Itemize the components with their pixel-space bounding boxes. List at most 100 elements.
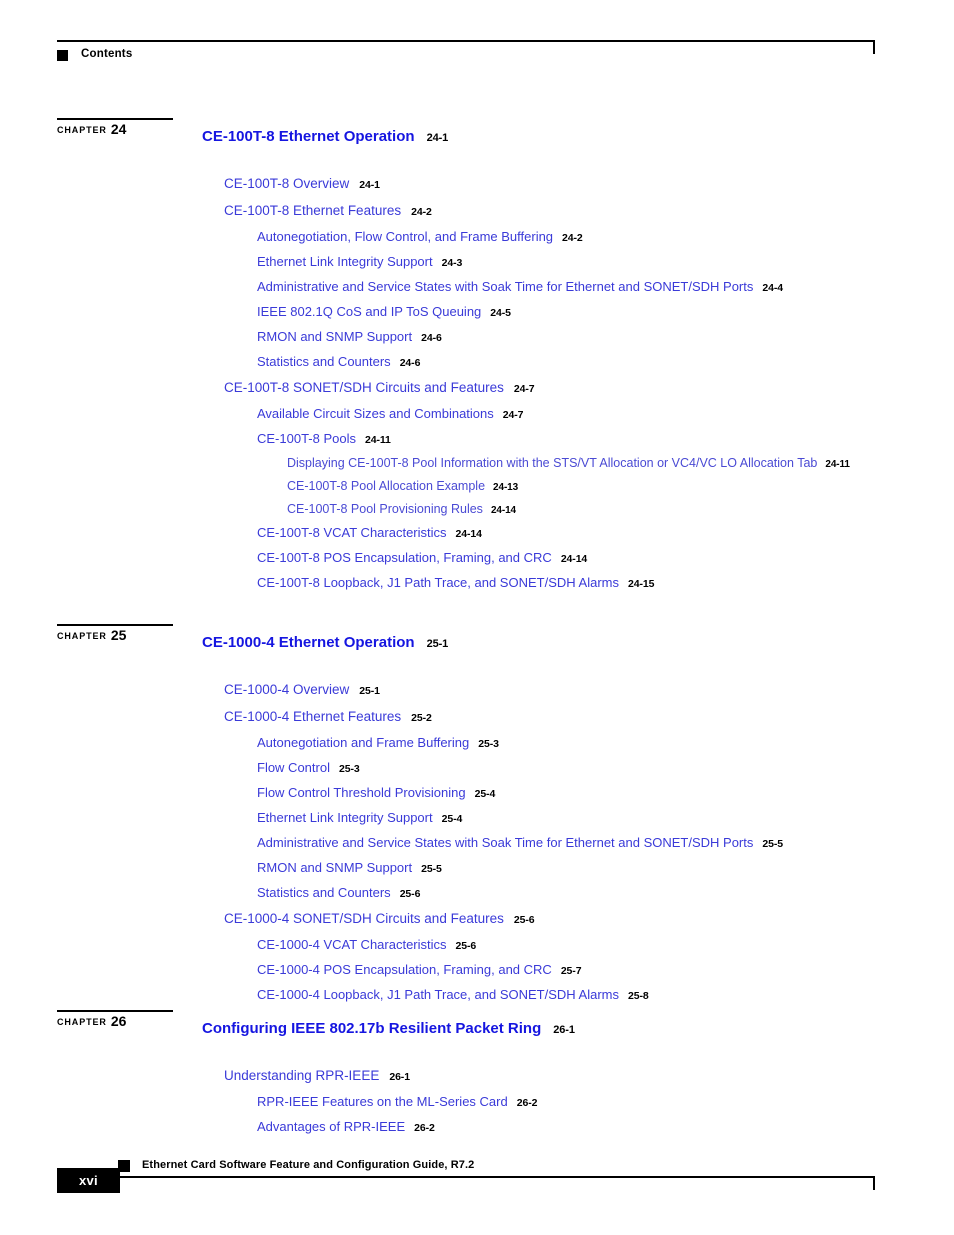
- header-rule-end-tick: [873, 40, 875, 54]
- chapter-block: CHAPTER 24 CE-100T-8 Ethernet Operation 24-…: [0, 118, 954, 599]
- toc-entry-level-2[interactable]: Statistics and Counters 25-6: [0, 884, 954, 903]
- toc-entry-level-2[interactable]: Autonegotiation, Flow Control, and Frame…: [0, 228, 954, 247]
- toc-entry-level-3[interactable]: Displaying CE-100T-8 Pool Information wi…: [0, 455, 954, 473]
- toc-entry-page: 24-11: [825, 459, 850, 470]
- toc-entry-level-1[interactable]: CE-100T-8 Ethernet Features 24-2: [0, 201, 954, 222]
- toc-entry-level-2[interactable]: Statistics and Counters 24-6: [0, 353, 954, 372]
- toc-entry-page: 24-14: [490, 505, 517, 516]
- toc-entry-level-2[interactable]: RPR-IEEE Features on the ML-Series Card 2…: [0, 1093, 954, 1112]
- toc-entry-level-1[interactable]: CE-1000-4 SONET/SDH Circuits and Feature…: [0, 909, 954, 930]
- toc-entry-level-2[interactable]: Administrative and Service States with S…: [0, 834, 954, 853]
- toc-entry-title: RMON and SNMP Support: [257, 860, 413, 875]
- toc-entry-page: 24-3: [441, 257, 463, 269]
- toc-entry-title: Configuring IEEE 802.17b Resilient Packe…: [202, 1020, 542, 1037]
- toc-entry-page: 25-6: [513, 914, 535, 926]
- chapter-block: CHAPTER 26 Configuring IEEE 802.17b Resili…: [0, 1010, 954, 1143]
- toc-entry-level-2[interactable]: Flow Control Threshold Provisioning 25-4: [0, 784, 954, 803]
- running-header-label: Contents: [81, 48, 133, 60]
- toc-entry-level-2[interactable]: CE-1000-4 VCAT Characteristics 25-6: [0, 936, 954, 955]
- toc-entry-title: CE-100T-8 POS Encapsulation, Framing, an…: [257, 550, 552, 565]
- toc-entry-title: Advantages of RPR-IEEE: [257, 1119, 406, 1134]
- toc-entry-level-1[interactable]: CE-1000-4 Overview 25-1: [0, 680, 954, 701]
- toc-entry-level-2[interactable]: Administrative and Service States with S…: [0, 278, 954, 297]
- toc-entry-level-1[interactable]: CE-100T-8 Overview 24-1: [0, 174, 954, 195]
- toc-entry-level-1[interactable]: CE-100T-8 SONET/SDH Circuits and Feature…: [0, 378, 954, 399]
- toc-entry-page: 26-2: [516, 1097, 538, 1109]
- toc-entry-page: 25-4: [441, 813, 463, 825]
- toc-entry-title: CE-1000-4 Ethernet Features: [224, 709, 402, 724]
- toc-entry-title: Ethernet Link Integrity Support: [257, 810, 433, 825]
- toc-entry-title: CE-100T-8 Pools: [257, 431, 356, 446]
- toc-entry-page: 24-5: [490, 307, 511, 319]
- toc-entry-page: 24-1: [426, 132, 449, 144]
- toc-entry-page: 25-7: [560, 965, 582, 977]
- toc-entry-page: 25-2: [411, 712, 432, 724]
- toc-entry-page: 24-14: [455, 528, 482, 540]
- toc-entry-page: 26-1: [389, 1071, 410, 1083]
- toc-entry-page: 24-15: [628, 578, 655, 590]
- toc-entry-level-2[interactable]: Autonegotiation and Frame Buffering 25-3: [0, 734, 954, 753]
- toc-entry-title: Administrative and Service States with S…: [257, 279, 754, 294]
- toc-entry-level-3[interactable]: CE-100T-8 Pool Provisioning Rules 24-14: [0, 501, 954, 519]
- toc-entry-level-2[interactable]: CE-100T-8 VCAT Characteristics 24-14: [0, 524, 954, 543]
- toc-entry-level-2[interactable]: Ethernet Link Integrity Support 25-4: [0, 809, 954, 828]
- chapter-marker-rule: [57, 624, 173, 626]
- toc-entry-page: 25-6: [455, 940, 477, 952]
- toc-entry-level-2[interactable]: CE-100T-8 Loopback, J1 Path Trace, and S…: [0, 574, 954, 593]
- toc-entry-level-2[interactable]: Available Circuit Sizes and Combinations…: [0, 405, 954, 424]
- toc-entry-title: CE-1000-4 Ethernet Operation: [202, 634, 415, 651]
- toc-entry-chapter[interactable]: Configuring IEEE 802.17b Resilient Packe…: [0, 1018, 954, 1041]
- toc-entry-chapter[interactable]: CE-100T-8 Ethernet Operation 24-1: [0, 126, 954, 149]
- toc-entry-page: 24-7: [513, 383, 535, 395]
- toc-entry-title: Ethernet Link Integrity Support: [257, 254, 433, 269]
- toc-entry-title: Statistics and Counters: [257, 885, 391, 900]
- toc-entry-level-1[interactable]: Understanding RPR-IEEE 26-1: [0, 1066, 954, 1087]
- toc-entry-level-2[interactable]: Flow Control 25-3: [0, 759, 954, 778]
- toc-entry-page: 24-2: [562, 232, 583, 244]
- toc-entry-level-2[interactable]: CE-100T-8 POS Encapsulation, Framing, an…: [0, 549, 954, 568]
- toc-entry-title: CE-100T-8 SONET/SDH Circuits and Feature…: [224, 380, 504, 395]
- toc-entry-title: CE-100T-8 Pool Allocation Example: [287, 479, 486, 493]
- toc-entry-level-3[interactable]: CE-100T-8 Pool Allocation Example 24-13: [0, 478, 954, 496]
- toc-entry-level-2[interactable]: Advantages of RPR-IEEE 26-2: [0, 1118, 954, 1137]
- footer-rule-end-tick: [873, 1176, 875, 1190]
- toc-entry-level-2[interactable]: CE-1000-4 Loopback, J1 Path Trace, and S…: [0, 986, 954, 1005]
- toc-entry-page: 24-7: [502, 409, 524, 421]
- toc-entry-title: CE-1000-4 Overview: [224, 682, 350, 697]
- toc-entry-level-2[interactable]: RMON and SNMP Support 24-6: [0, 328, 954, 347]
- toc-entry-title: Autonegotiation and Frame Buffering: [257, 735, 470, 750]
- toc-entry-title: CE-100T-8 Pool Provisioning Rules: [287, 502, 483, 516]
- toc-entry-level-1[interactable]: CE-1000-4 Ethernet Features 25-2: [0, 707, 954, 728]
- toc-entry-page: 24-4: [762, 282, 783, 294]
- toc-entry-title: CE-1000-4 VCAT Characteristics: [257, 937, 447, 952]
- toc-entry-page: 24-14: [560, 553, 588, 565]
- chapter-marker-rule: [57, 118, 173, 120]
- footer-rule: [120, 1176, 875, 1178]
- toc-entry-title: CE-1000-4 Loopback, J1 Path Trace, and S…: [257, 987, 620, 1002]
- toc-entry-title: CE-1000-4 SONET/SDH Circuits and Feature…: [224, 911, 504, 926]
- toc-entry-title: RPR-IEEE Features on the ML-Series Card: [257, 1094, 508, 1109]
- toc-entry-page: 24-6: [399, 357, 421, 369]
- toc-entry-title: RMON and SNMP Support: [257, 329, 413, 344]
- toc-entry-level-2[interactable]: CE-1000-4 POS Encapsulation, Framing, an…: [0, 961, 954, 980]
- header-rule: [57, 40, 875, 42]
- toc-entry-title: CE-100T-8 Ethernet Features: [224, 203, 402, 218]
- chapter-block: CHAPTER 25 CE-1000-4 Ethernet Operation 25-…: [0, 624, 954, 1011]
- toc-entry-level-2[interactable]: RMON and SNMP Support 25-5: [0, 859, 954, 878]
- toc-entry-level-2[interactable]: IEEE 802.1Q CoS and IP ToS Queuing 24-5: [0, 303, 954, 322]
- toc-entry-level-2[interactable]: Ethernet Link Integrity Support 24-3: [0, 253, 954, 272]
- toc-entry-title: CE-100T-8 Overview: [224, 176, 350, 191]
- toc-entry-level-2[interactable]: CE-100T-8 Pools 24-11: [0, 430, 954, 449]
- toc-entry-title: Statistics and Counters: [257, 354, 391, 369]
- toc-entry-title: CE-100T-8 Loopback, J1 Path Trace, and S…: [257, 575, 619, 590]
- toc-entry-page: 26-1: [553, 1024, 575, 1036]
- toc-entry-chapter[interactable]: CE-1000-4 Ethernet Operation 25-1: [0, 632, 954, 655]
- toc-entry-page: 25-4: [474, 788, 496, 800]
- toc-entry-title: CE-100T-8 VCAT Characteristics: [257, 525, 447, 540]
- toc-entry-title: Administrative and Service States with S…: [257, 835, 754, 850]
- toc-entry-title: Flow Control: [257, 760, 330, 775]
- toc-entry-title: Understanding RPR-IEEE: [224, 1068, 380, 1083]
- black-square-icon: [57, 50, 68, 61]
